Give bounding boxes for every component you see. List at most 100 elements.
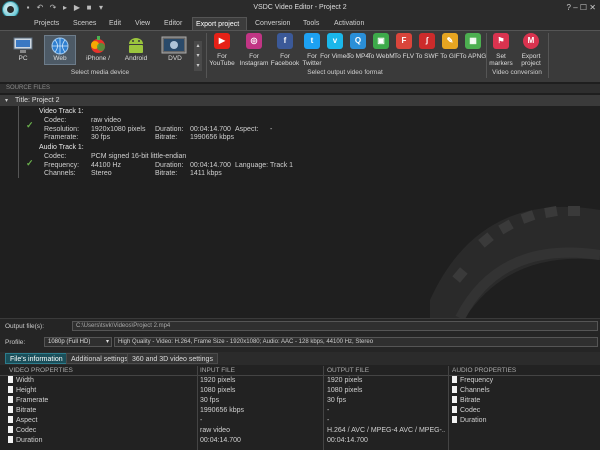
- flv-icon: F: [396, 33, 412, 49]
- table-row[interactable]: Duration: [8, 436, 194, 446]
- property-icon: [8, 376, 13, 383]
- video-codec-label: Codec:: [44, 117, 67, 124]
- table-row[interactable]: Height: [8, 386, 194, 396]
- tab-additional-settings[interactable]: Additional settings: [66, 353, 133, 364]
- format-label: To APNG: [459, 53, 487, 60]
- menu-export-project[interactable]: Export project: [192, 17, 247, 30]
- property-icon: [452, 406, 457, 413]
- output-file-field[interactable]: C:\Users\tsvk\Videos\Project 2.mp4: [72, 321, 598, 331]
- audio-property-name: Channels: [460, 387, 490, 394]
- list-item[interactable]: Bitrate: [452, 396, 597, 406]
- frequency-label: Frequency:: [44, 162, 80, 169]
- conversion-group-label: Video conversion: [492, 69, 542, 76]
- gif-icon: ✎: [442, 33, 458, 49]
- menu-editor[interactable]: Editor: [161, 17, 185, 30]
- property-name: Aspect: [16, 417, 38, 424]
- tab-files-information[interactable]: File's information: [5, 353, 68, 364]
- chevron-down-icon: ▾: [105, 339, 109, 345]
- format-label: For YouTube: [209, 53, 235, 67]
- video-properties-column: Width Height Framerate Bitrate Aspect Co…: [8, 376, 194, 446]
- language-value: Track 1: [270, 162, 294, 169]
- menu-scenes[interactable]: Scenes: [70, 17, 99, 30]
- collapse-icon[interactable]: ▾: [5, 97, 8, 104]
- property-icon: [8, 436, 13, 443]
- input-value: 30 fps: [200, 397, 220, 404]
- table-row[interactable]: Bitrate: [8, 406, 194, 416]
- youtube-icon: ▶: [214, 33, 230, 49]
- column-divider: [323, 366, 324, 450]
- list-item[interactable]: Channels: [452, 386, 597, 396]
- format-group-label: Select output video format: [307, 69, 383, 76]
- device-android-label: Android: [124, 55, 148, 62]
- window-controls[interactable]: ? – ☐ ✕: [567, 3, 596, 12]
- list-item[interactable]: Duration: [452, 416, 597, 426]
- menu-tools[interactable]: Tools: [300, 17, 322, 30]
- output-file-column: 1920 pixels 1080 pixels 30 fps - - H.264…: [327, 376, 445, 446]
- profile-select[interactable]: 1080p (Full HD) ▾: [44, 337, 112, 347]
- pc-icon: [13, 37, 33, 53]
- audio-codec-label: Codec:: [44, 153, 67, 160]
- device-pc-label: PC: [18, 55, 28, 62]
- output-value: -: [327, 407, 330, 414]
- column-header-video-properties: VIDEO PROPERTIES: [9, 367, 73, 374]
- property-name: Bitrate: [16, 407, 37, 414]
- resolution-label: Resolution:: [44, 126, 80, 133]
- menu-projects[interactable]: Projects: [31, 17, 62, 30]
- column-divider: [448, 366, 449, 450]
- audio-codec-value: PCM signed 16-bit little-endian: [91, 153, 187, 160]
- list-item[interactable]: Frequency: [452, 376, 597, 386]
- project-tree-root[interactable]: Title: Project 2: [0, 95, 600, 106]
- input-value: 1920 pixels: [200, 377, 236, 384]
- menu-activation[interactable]: Activation: [331, 17, 367, 30]
- table-row[interactable]: Width: [8, 376, 194, 386]
- column-header-output-file: OUTPUT FILE: [327, 367, 370, 374]
- audio-property-name: Frequency: [460, 377, 494, 384]
- output-value: 00:04:14.700: [327, 437, 368, 444]
- table-row[interactable]: Framerate: [8, 396, 194, 406]
- export-icon: M: [523, 33, 539, 49]
- output-value: 1080 pixels: [327, 387, 363, 394]
- menu-edit[interactable]: Edit: [106, 17, 124, 30]
- device-web-label: Web: [53, 55, 67, 62]
- property-icon: [452, 376, 457, 383]
- video-duration-value: 00:04:14.700: [190, 126, 231, 133]
- format-label: For Instagram: [239, 53, 269, 67]
- frequency-value: 44100 Hz: [91, 162, 121, 169]
- input-file-column: 1920 pixels 1080 pixels 30 fps 1990656 k…: [200, 376, 320, 446]
- property-icon: [452, 416, 457, 423]
- app-title: VSDC Video Editor - Project 2: [253, 4, 347, 11]
- flag-icon: ⚑: [493, 33, 509, 49]
- list-item[interactable]: Codec: [452, 406, 597, 416]
- input-value: 1080 pixels: [200, 387, 236, 394]
- property-icon: [8, 416, 13, 423]
- menu-view[interactable]: View: [132, 17, 153, 30]
- mp4-icon: Q: [350, 33, 366, 49]
- apple-icon: [91, 36, 105, 53]
- audio-property-name: Duration: [460, 417, 487, 424]
- instagram-icon: ◎: [246, 33, 262, 49]
- apng-icon: ▦: [465, 33, 481, 49]
- resolution-value: 1920x1080 pixels: [91, 126, 146, 133]
- property-name: Codec: [16, 427, 37, 434]
- property-icon: [452, 396, 457, 403]
- twitter-icon: t: [304, 33, 320, 49]
- audio-properties-column: Frequency Channels Bitrate Codec Duratio…: [452, 376, 597, 426]
- channels-value: Stereo: [91, 170, 112, 177]
- column-header-audio-properties: AUDIO PROPERTIES: [452, 367, 517, 374]
- framerate-value: 30 fps: [91, 134, 111, 141]
- tab-360-3d-settings[interactable]: 360 and 3D video settings: [127, 353, 218, 364]
- webm-icon: ▣: [373, 33, 389, 49]
- menu-conversion[interactable]: Conversion: [252, 17, 293, 30]
- column-divider: [197, 366, 198, 450]
- output-file-label: Output file(s):: [5, 323, 45, 330]
- profile-label: Profile:: [5, 339, 26, 346]
- table-row[interactable]: Aspect: [8, 416, 194, 426]
- table-row[interactable]: Codec: [8, 426, 194, 436]
- output-value: 1920 pixels: [327, 377, 363, 384]
- dvd-icon: [161, 36, 187, 54]
- audio-bitrate-value: 1411 kbps: [190, 170, 222, 177]
- more-devices-scroll[interactable]: ▴ ▾ ▾: [194, 41, 202, 71]
- video-codec-value: raw video: [91, 117, 121, 124]
- facebook-icon: f: [277, 33, 293, 49]
- audio-property-name: Bitrate: [460, 397, 481, 404]
